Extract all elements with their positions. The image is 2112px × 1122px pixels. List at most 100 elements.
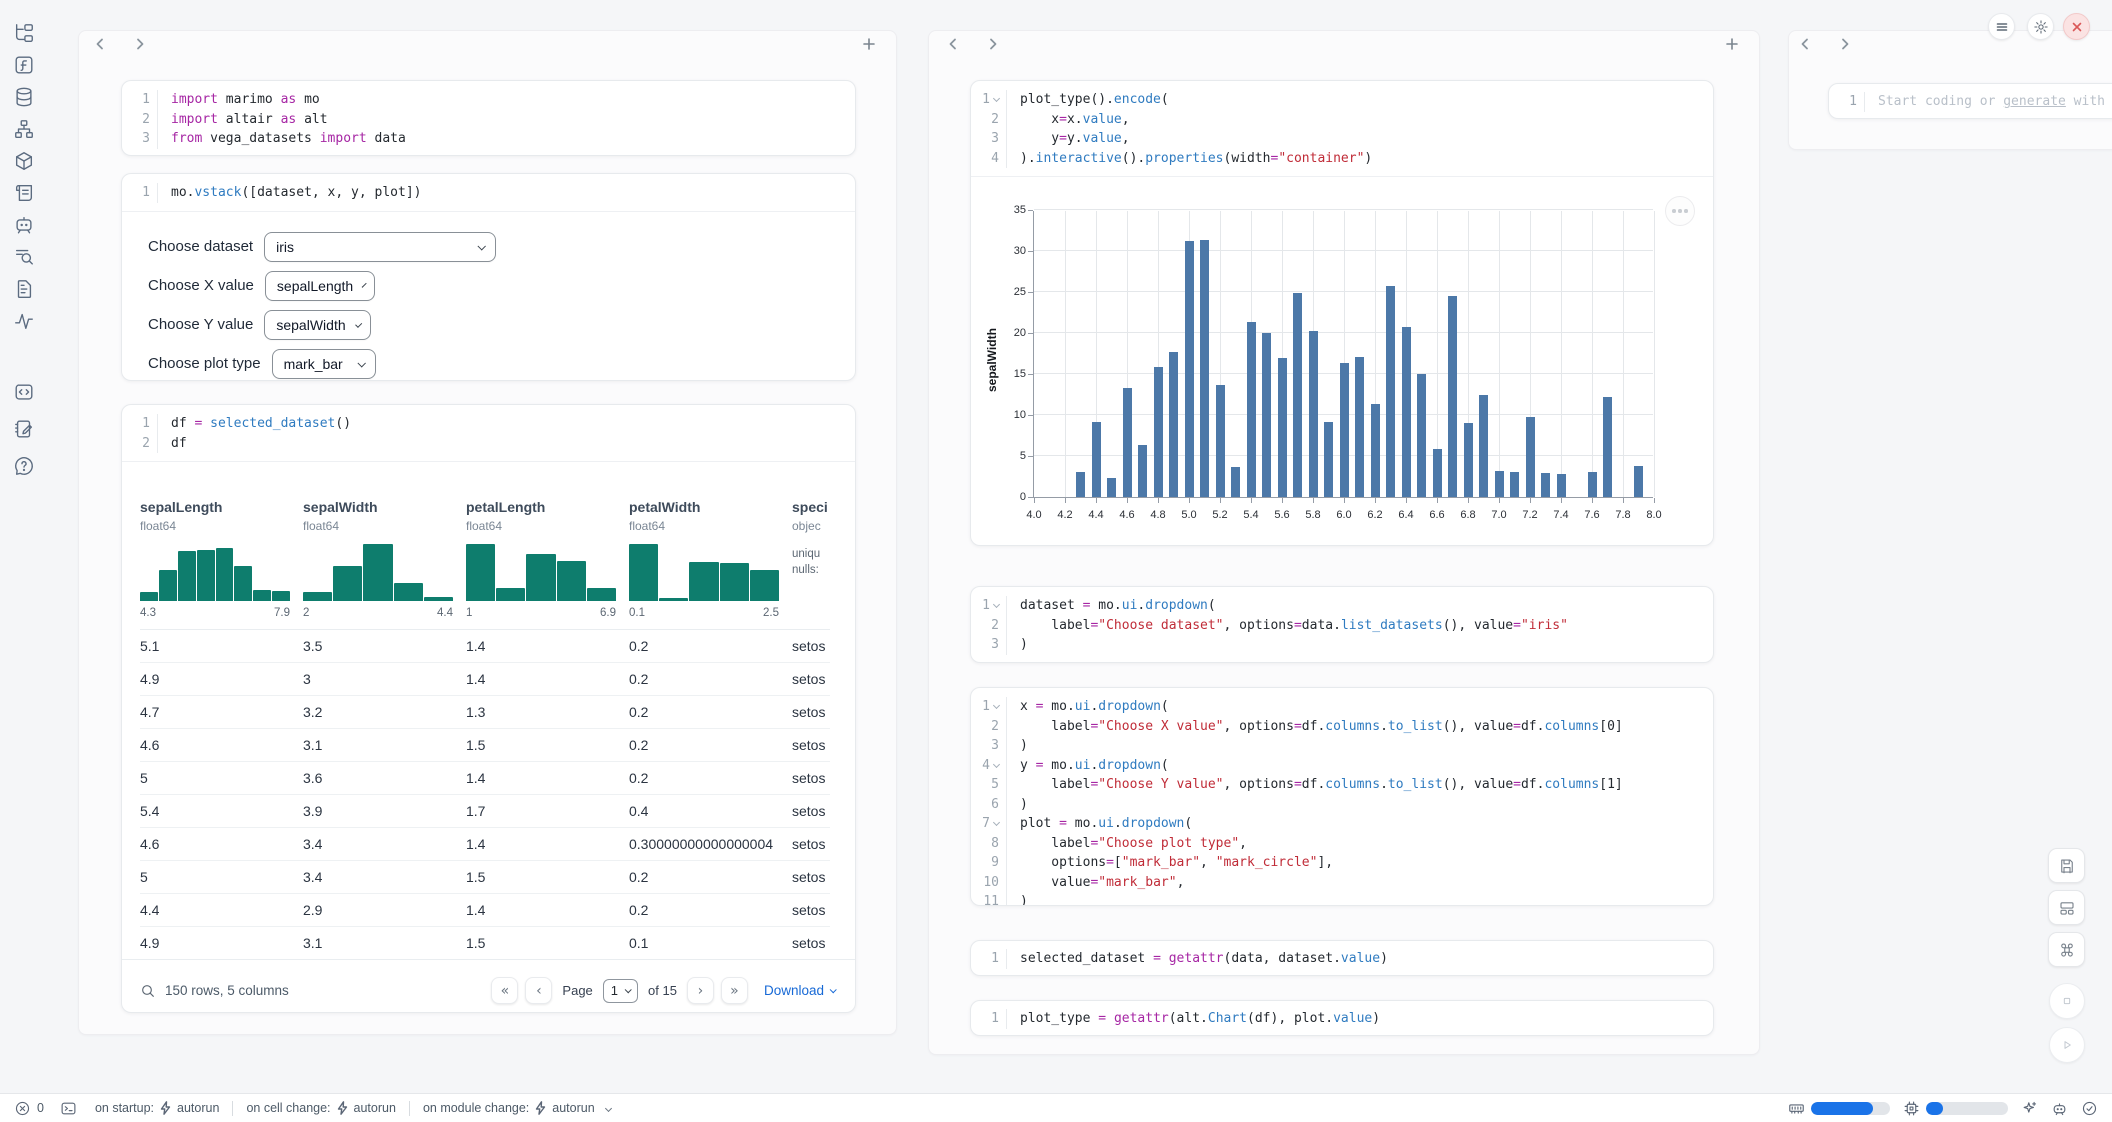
code-editor[interactable]: 1dataset = mo.ui.dropdown(2 label="Choos…: [971, 587, 1713, 663]
notebook-menu-button[interactable]: [1988, 13, 2015, 40]
gear-icon: [2033, 19, 2049, 35]
code-editor[interactable]: 1import marimo as mo2import altair as al…: [122, 81, 855, 156]
column-scroll-right-icon[interactable]: [986, 37, 1002, 53]
cell-change-value: autorun: [354, 1101, 396, 1115]
code-editor[interactable]: 1x = mo.ui.dropdown(2 label="Choose X va…: [971, 688, 1713, 906]
layout-toggle-button[interactable]: [2048, 890, 2085, 925]
shutdown-button[interactable]: [2063, 13, 2090, 40]
fold-chevron-icon[interactable]: [993, 601, 1000, 608]
dataframe-table: sepalLengthfloat644.37.9sepalWidthfloat6…: [122, 462, 855, 959]
run-all-button[interactable]: [2049, 1027, 2085, 1063]
table-row[interactable]: 4.93.11.50.1setos: [140, 926, 830, 959]
column-scroll-left-icon[interactable]: [93, 37, 109, 53]
documentation-icon[interactable]: [13, 278, 35, 300]
settings-button[interactable]: [2027, 13, 2054, 40]
column-scroll-left-icon[interactable]: [946, 37, 962, 53]
code-line: 1plot_type().encode(: [971, 90, 1713, 110]
table-cell: setos: [792, 902, 830, 918]
ai-sparkles-button[interactable]: [2021, 1100, 2038, 1117]
module-change-mode-toggle[interactable]: on module change: autorun: [423, 1101, 611, 1115]
code-line: 7plot = mo.ui.dropdown(: [971, 814, 1713, 834]
fold-chevron-icon[interactable]: [993, 95, 1000, 102]
chart-actions-button[interactable]: [1665, 196, 1695, 226]
help-icon[interactable]: [13, 455, 35, 477]
connection-status-button[interactable]: [2081, 1100, 2098, 1117]
chevron-down-icon: [357, 359, 365, 367]
table-cell: setos: [792, 638, 830, 654]
dependency-graph-icon[interactable]: [13, 118, 35, 140]
x-value-select[interactable]: sepalLength: [265, 271, 375, 301]
generate-link[interactable]: generate: [2003, 94, 2066, 109]
startup-mode-toggle[interactable]: on startup: autorun: [95, 1101, 219, 1115]
packages-icon[interactable]: [13, 150, 35, 172]
terminal-button[interactable]: [60, 1100, 77, 1117]
last-page-button[interactable]: »: [721, 977, 748, 1004]
table-cell: 0.1: [629, 935, 792, 951]
dataset-select[interactable]: iris: [264, 232, 496, 262]
snippets-icon[interactable]: [13, 381, 35, 403]
table-column-header[interactable]: petalWidthfloat640.12.5: [629, 498, 792, 619]
code-editor[interactable]: 1 Start coding or generate with: [1829, 84, 2112, 119]
code-line: 8 label="Choose plot type",: [971, 834, 1713, 854]
add-cell-icon[interactable]: [862, 37, 878, 53]
download-button[interactable]: Download: [764, 983, 835, 998]
table-column-header[interactable]: sepalWidthfloat6424.4: [303, 498, 466, 619]
bolt-icon: [535, 1101, 546, 1115]
tracing-icon[interactable]: [13, 310, 35, 332]
add-cell-icon[interactable]: [1725, 37, 1741, 53]
y-value-select[interactable]: sepalWidth: [264, 310, 371, 340]
keyboard-shortcuts-button[interactable]: [2048, 932, 2085, 967]
code-line: 3): [971, 635, 1713, 655]
first-page-button[interactable]: «: [491, 977, 518, 1004]
ai-assistant-button[interactable]: [2051, 1100, 2068, 1117]
control-row: Choose plot typemark_bar: [148, 349, 829, 379]
fold-chevron-icon[interactable]: [993, 760, 1000, 767]
plot-type-select[interactable]: mark_bar: [272, 349, 376, 379]
errors-indicator[interactable]: 0: [14, 1100, 44, 1117]
table-cell: 5.4: [140, 803, 303, 819]
code-editor[interactable]: 1selected_dataset = getattr(data, datase…: [971, 941, 1713, 976]
stop-all-button[interactable]: [2049, 983, 2085, 1019]
functions-icon[interactable]: [13, 54, 35, 76]
table-row[interactable]: 4.42.91.40.2setos: [140, 893, 830, 926]
table-row[interactable]: 53.41.50.2setos: [140, 860, 830, 893]
table-row[interactable]: 4.73.21.30.2setos: [140, 695, 830, 728]
scratchpad-icon[interactable]: [13, 418, 35, 440]
table-column-header[interactable]: petalLengthfloat6416.9: [466, 498, 629, 619]
column-histogram: [629, 544, 779, 601]
table-row[interactable]: 4.931.40.2setos: [140, 662, 830, 695]
prev-page-button[interactable]: ‹: [525, 977, 552, 1004]
column-scroll-right-icon[interactable]: [133, 37, 149, 53]
datasources-icon[interactable]: [13, 86, 35, 108]
code-editor[interactable]: 1df = selected_dataset()2df: [122, 405, 855, 461]
chart-bar: [1402, 327, 1411, 497]
table-row[interactable]: 5.13.51.40.2setos: [140, 629, 830, 662]
fold-chevron-icon[interactable]: [993, 819, 1000, 826]
logs-icon[interactable]: [13, 182, 35, 204]
code-editor[interactable]: 1plot_type = getattr(alt.Chart(df), plot…: [971, 1001, 1713, 1036]
save-button[interactable]: [2048, 848, 2085, 883]
code-editor[interactable]: 1plot_type().encode(2 x=x.value,3 y=y.va…: [971, 81, 1713, 176]
column-scroll-left-icon[interactable]: [1798, 37, 1814, 53]
code-editor[interactable]: 1mo.vstack([dataset, x, y, plot]): [122, 174, 855, 211]
column-3-header: [1789, 31, 2112, 57]
table-row[interactable]: 5.43.91.70.4setos: [140, 794, 830, 827]
chart-bar: [1138, 445, 1147, 497]
table-row[interactable]: 4.63.41.40.30000000000000004setos: [140, 827, 830, 860]
chart-bar: [1247, 322, 1256, 497]
find-replace-icon[interactable]: [13, 246, 35, 268]
fold-chevron-icon[interactable]: [993, 702, 1000, 709]
table-row[interactable]: 4.63.11.50.2setos: [140, 728, 830, 761]
x-tick-label: 4.8: [1150, 509, 1165, 521]
cell-change-mode-toggle[interactable]: on cell change: autorun: [246, 1101, 396, 1115]
next-page-button[interactable]: ›: [687, 977, 714, 1004]
table-column-header[interactable]: speciobjecuniqunulls:: [792, 498, 830, 619]
chevron-down-icon: [355, 320, 362, 327]
file-explorer-icon[interactable]: [13, 22, 35, 44]
ai-chat-icon[interactable]: [13, 214, 35, 236]
search-icon[interactable]: [140, 983, 156, 999]
column-scroll-right-icon[interactable]: [1838, 37, 1854, 53]
page-select[interactable]: 1: [603, 979, 638, 1003]
table-column-header[interactable]: sepalLengthfloat644.37.9: [140, 498, 303, 619]
table-row[interactable]: 53.61.40.2setos: [140, 761, 830, 794]
